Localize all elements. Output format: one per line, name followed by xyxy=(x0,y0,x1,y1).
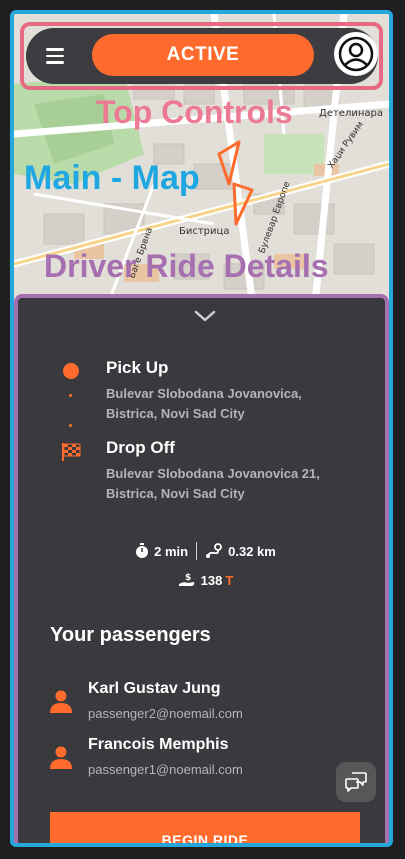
pickup-title: Pick Up xyxy=(106,358,169,377)
route-dot xyxy=(69,394,72,397)
passengers-title: Your passengers xyxy=(50,624,211,646)
price-currency: T xyxy=(225,572,234,588)
app-frame: Бистрица Детелинара Хаџи Рувим Баге Брвн… xyxy=(10,10,393,847)
payment-hand-icon: $ xyxy=(178,573,194,586)
status-toggle-button[interactable]: ACTIVE xyxy=(92,34,314,76)
passenger-name: Karl Gustav Jung xyxy=(88,680,221,697)
begin-ride-button[interactable]: BEGIN RIDE xyxy=(50,812,360,843)
hamburger-menu-icon xyxy=(46,61,64,64)
chevron-down-icon[interactable] xyxy=(193,308,217,324)
chat-bubbles-icon xyxy=(345,772,367,792)
map-label-district: Бистрица xyxy=(179,226,229,237)
driver-ride-details-panel: Pick Up Bulevar Slobodana Jovanovica, Bi… xyxy=(14,294,389,843)
checkered-flag-icon xyxy=(62,443,81,461)
pickup-dot-icon xyxy=(63,363,79,379)
passenger-icon xyxy=(50,690,72,713)
ride-metrics: 2 min 0.32 km $ 138 T xyxy=(18,542,385,588)
distance-value: 0.32 km xyxy=(228,543,276,559)
top-controls-bar: ACTIVE xyxy=(26,28,378,84)
passenger-item: Karl Gustav Jung passenger2@noemail.com xyxy=(50,680,350,726)
passenger-icon xyxy=(50,746,72,769)
price-value: 138 xyxy=(200,572,223,588)
dropoff-title: Drop Off xyxy=(106,438,175,457)
map-label-top-right: Детелинара xyxy=(319,108,383,119)
passenger-name: Francois Memphis xyxy=(88,736,229,753)
svg-text:$: $ xyxy=(185,573,191,583)
menu-button[interactable] xyxy=(38,42,72,70)
duration-metric: 2 min xyxy=(135,543,188,559)
passenger-email: passenger2@noemail.com xyxy=(88,706,243,721)
price-metric: $ 138 T xyxy=(178,572,234,588)
stopwatch-icon xyxy=(136,543,149,558)
pickup-address: Bulevar Slobodana Jovanovica, Bistrica, … xyxy=(106,386,302,421)
duration-value: 2 min xyxy=(154,543,189,559)
passenger-email: passenger1@noemail.com xyxy=(88,762,243,777)
hamburger-menu-icon xyxy=(46,54,64,58)
passenger-item: Francois Memphis passenger1@noemail.com xyxy=(50,736,350,782)
route-distance-icon xyxy=(206,543,223,558)
chat-button[interactable] xyxy=(336,762,376,802)
profile-button[interactable] xyxy=(334,32,378,76)
dropoff-address: Bulevar Slobodana Jovanovica 21, Bistric… xyxy=(106,466,320,501)
metric-divider xyxy=(196,542,198,560)
user-profile-icon xyxy=(338,36,374,72)
route-dot xyxy=(69,424,72,427)
hamburger-menu-icon xyxy=(46,48,64,51)
distance-metric: 0.32 km xyxy=(205,543,276,559)
